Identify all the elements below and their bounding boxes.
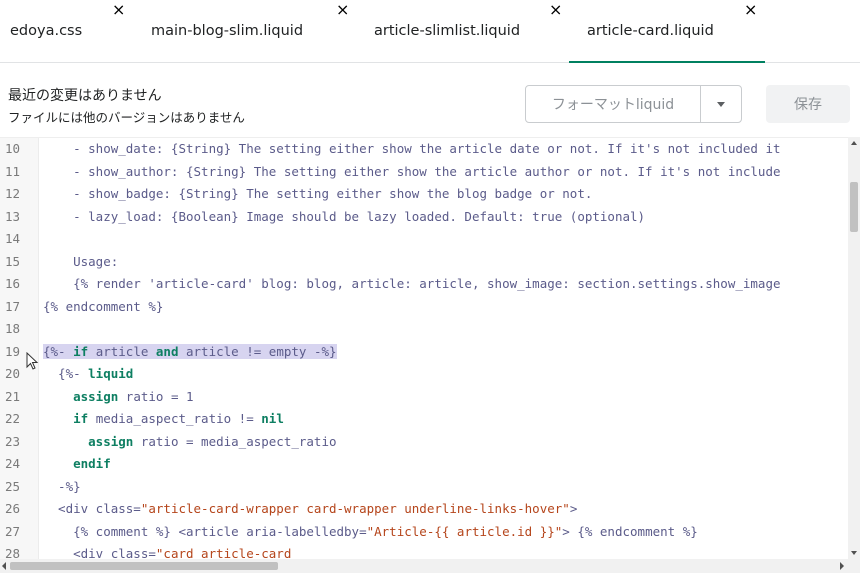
scroll-right-icon[interactable] — [840, 562, 844, 570]
mouse-pointer-icon — [26, 352, 39, 370]
code-text: - lazy_load: {Boolean} Image should be l… — [43, 208, 646, 224]
code-line[interactable]: 22 if media_aspect_ratio != nil — [0, 408, 860, 431]
tab-edoya-css[interactable]: edoya.css — [10, 0, 82, 62]
line-number: 26 — [5, 501, 21, 516]
code-text: - show_badge: {String} The setting eithe… — [43, 186, 593, 201]
code-text: {%- liquid — [43, 366, 134, 381]
tab-close-icon[interactable]: × — [744, 0, 757, 19]
horizontal-scrollbar[interactable] — [0, 559, 848, 573]
tab-label: main-blog-slim.liquid — [151, 23, 304, 39]
tab-close-icon[interactable]: × — [336, 0, 349, 19]
line-number: 24 — [5, 456, 21, 471]
line-number: 28 — [5, 546, 21, 560]
tab-close-icon[interactable]: × — [549, 0, 562, 19]
code-line[interactable]: 17 {% endcomment %} — [0, 296, 860, 319]
code-text: {% comment %} <article aria-labelledby="… — [43, 523, 698, 539]
line-number: 27 — [5, 523, 21, 539]
code-text: -%} — [43, 478, 81, 494]
code-editor[interactable]: 10 - show_date: {String} The setting eit… — [0, 137, 860, 560]
tab-close-icon[interactable]: × — [112, 0, 125, 19]
tab-label: article-slimlist.liquid — [374, 23, 521, 39]
line-number: 11 — [5, 163, 21, 179]
status-no-versions: ファイルには他のバージョンはありません — [8, 110, 245, 125]
code-text: Usage: — [43, 253, 119, 269]
tab-main-blog-slim[interactable]: main-blog-slim.liquid — [151, 0, 303, 62]
status-no-changes: 最近の変更はありません — [8, 88, 162, 104]
chevron-down-icon — [717, 101, 725, 107]
editor-toolbar: 最近の変更はありません ファイルには他のバージョンはありません フォーマットli… — [0, 63, 860, 137]
vertical-scroll-thumb[interactable] — [850, 182, 858, 232]
scroll-up-icon[interactable] — [851, 141, 857, 145]
scroll-left-icon[interactable] — [2, 562, 6, 570]
code-text: endif — [73, 456, 111, 471]
code-line[interactable]: 16 {% render 'article-card' blog: blog, … — [0, 273, 860, 296]
tab-article-slimlist[interactable]: article-slimlist.liquid — [374, 0, 520, 62]
line-number: 18 — [5, 321, 21, 336]
code-line[interactable]: 18 — [0, 318, 860, 341]
code-text: {%- if article and article != empty -%} — [43, 343, 337, 359]
line-number: 21 — [5, 388, 21, 404]
code-line[interactable]: 25 -%} — [0, 476, 860, 499]
line-number: 16 — [5, 276, 21, 291]
line-number: 13 — [5, 208, 21, 224]
code-text: <div class="article-card-wrapper card-wr… — [43, 501, 578, 516]
tab-label: article-card.liquid — [587, 23, 714, 39]
code-line[interactable]: 11 - show_author: {String} The setting e… — [0, 161, 860, 184]
code-line[interactable]: 23 assign ratio = media_aspect_ratio — [0, 431, 860, 454]
format-button[interactable]: フォーマットliquid — [525, 85, 701, 123]
code-line[interactable]: 24 endif — [0, 453, 860, 476]
code-text: {% endcomment %} — [43, 298, 164, 314]
line-number: 12 — [5, 186, 21, 201]
tab-bar: edoya.css × main-blog-slim.liquid × arti… — [0, 0, 860, 63]
code-line[interactable]: 12 - show_badge: {String} The setting ei… — [0, 183, 860, 206]
line-number: 10 — [5, 141, 21, 156]
code-line[interactable]: 21 assign ratio = 1 — [0, 386, 860, 409]
code-text: if media_aspect_ratio != nil — [73, 411, 284, 426]
code-text: - show_author: {String} The setting eith… — [43, 163, 781, 179]
code-line[interactable]: 27 {% comment %} <article aria-labelledb… — [0, 521, 860, 544]
format-dropdown-button[interactable] — [700, 85, 742, 123]
horizontal-scroll-thumb[interactable] — [10, 562, 278, 570]
line-number: 23 — [5, 433, 21, 449]
code-line[interactable]: 15 Usage: — [0, 251, 860, 274]
code-text: assign ratio = 1 — [73, 388, 194, 404]
save-button[interactable]: 保存 — [766, 85, 850, 123]
code-line[interactable]: 20 {%- liquid — [0, 363, 860, 386]
code-text: <div class="card article-card — [43, 546, 292, 560]
vertical-scrollbar[interactable] — [848, 137, 860, 559]
tab-article-card[interactable]: article-card.liquid — [569, 0, 765, 63]
scroll-down-icon[interactable] — [851, 551, 857, 555]
code-line[interactable]: 13 - lazy_load: {Boolean} Image should b… — [0, 206, 860, 229]
code-line[interactable]: 14 — [0, 228, 860, 251]
code-line[interactable]: 26 <div class="article-card-wrapper card… — [0, 498, 860, 521]
code-text: {% render 'article-card' blog: blog, art… — [43, 276, 781, 291]
line-number: 15 — [5, 253, 21, 269]
tab-label: edoya.css — [10, 23, 83, 39]
code-line[interactable]: 10 - show_date: {String} The setting eit… — [0, 138, 860, 161]
line-number: 17 — [5, 298, 21, 314]
line-number: 25 — [5, 478, 21, 494]
code-line[interactable]: 19 {%- if article and article != empty -%… — [0, 341, 860, 364]
code-text: assign ratio = media_aspect_ratio — [88, 433, 337, 449]
scrollbar-corner — [848, 559, 860, 573]
line-number: 22 — [5, 411, 21, 426]
code-line[interactable]: 28 <div class="card article-card — [0, 543, 860, 560]
code-text: - show_date: {String} The setting either… — [43, 141, 781, 156]
line-number: 14 — [5, 231, 21, 246]
